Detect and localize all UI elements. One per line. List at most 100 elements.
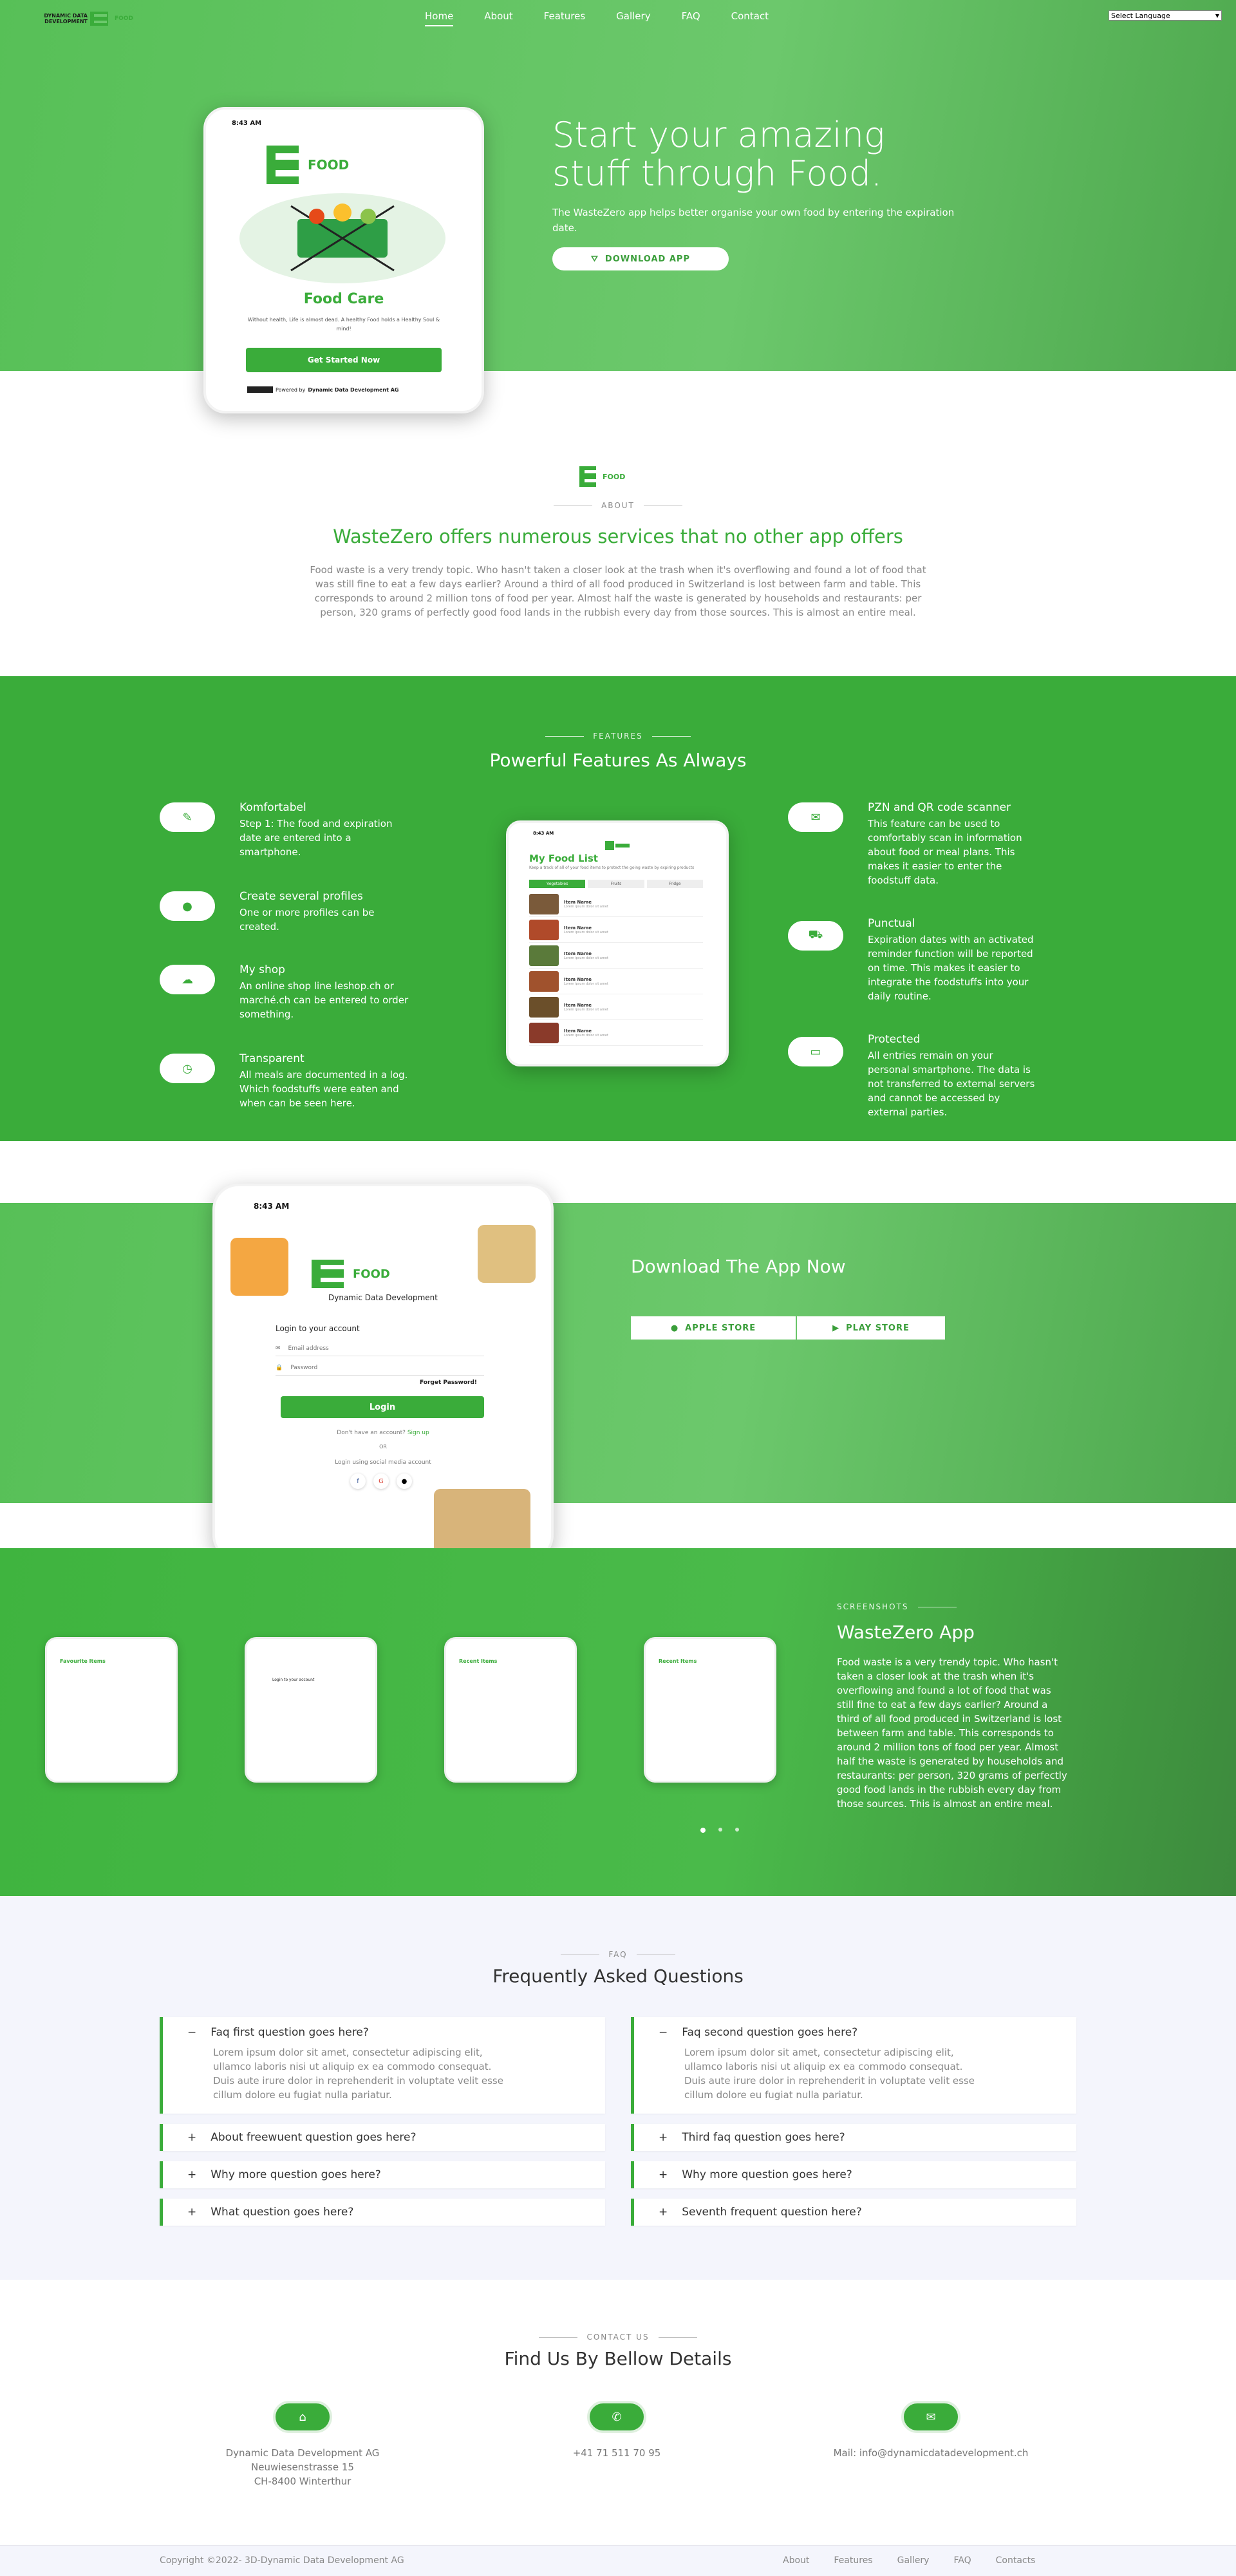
feature-title: Protected [868, 1033, 921, 1046]
faq-answer-line: cillum dolore eu fugiat nulla pariatur. [684, 2089, 863, 2101]
social-login-text: Login using social media account [335, 1459, 431, 1466]
tab-fruits[interactable]: Fruits [588, 880, 644, 888]
tab-fridge[interactable]: Fridge [646, 880, 703, 888]
feature-line: and cannot be accessed by [868, 1092, 1000, 1104]
faq-item[interactable]: + About freewuent question goes here? [160, 2124, 605, 2151]
food-care-tagline: Without health, Life is almost dead. A h… [247, 317, 440, 332]
faq-item-open[interactable]: − Faq second question goes here? Lorem ip… [631, 2017, 1076, 2114]
faq-item-open[interactable]: − Faq first question goes here? Lorem ips… [160, 2017, 605, 2114]
faq-item[interactable]: + Why more question goes here? [631, 2161, 1076, 2188]
food-logo: FOOD [267, 146, 349, 184]
screenshot-phone[interactable]: Favourite Items [45, 1637, 178, 1783]
footer-link-about[interactable]: About [783, 2555, 809, 2566]
signup-link[interactable]: Sign up [407, 1430, 429, 1436]
nav-gallery[interactable]: Gallery [616, 10, 650, 26]
forgot-password-link[interactable]: Forget Password! [420, 1379, 477, 1386]
tab-vegetables[interactable]: Vegetables [529, 880, 586, 888]
faq-item[interactable]: + What question goes here? [160, 2199, 605, 2226]
facebook-icon[interactable]: f [350, 1473, 366, 1489]
item-name: Item Name [564, 976, 592, 982]
download-app-button[interactable]: ⛛ DOWNLOAD APP [552, 247, 729, 270]
google-icon[interactable]: G [373, 1473, 389, 1489]
android-icon: ⛛ [590, 254, 599, 264]
hero-phone-mockup: 8:43 AM FOOD Food Care Without health, L… [203, 107, 484, 413]
screenshots-line: between farm and table. This corresponds… [837, 1727, 1054, 1739]
footer-link-faq[interactable]: FAQ [953, 2555, 971, 2566]
feature-line: smartphone. [239, 846, 301, 858]
screenshots-title: WasteZero App [837, 1622, 975, 1643]
phone-status-time: 8:43 AM [533, 831, 554, 836]
powered-label: Powered by [276, 386, 306, 393]
feature-title: Komfortabel [239, 801, 306, 814]
utensils-icon: ✎ [160, 802, 215, 832]
contact-title: Find Us By Bellow Details [504, 2348, 732, 2369]
logo-word: FOOD [308, 157, 350, 173]
faq-answer-line: ullamco laboris nisi ut aliquip ex ea co… [684, 2061, 963, 2072]
carousel-dot[interactable] [735, 1828, 739, 1832]
logo-mark-icon [90, 12, 108, 26]
item-detail: Lorem ipsum dolor sit amet [564, 1007, 608, 1012]
divider [651, 736, 691, 737]
about-logo: FOOD [579, 466, 625, 487]
screenshot-phone[interactable]: Recent Items [444, 1637, 577, 1783]
nav-home[interactable]: Home [425, 10, 454, 26]
feature-title: Punctual [868, 917, 915, 930]
feature-line: foodstuff data. [868, 875, 939, 886]
screenshot-phone[interactable]: Login to your account [245, 1637, 377, 1783]
footer-link-gallery[interactable]: Gallery [897, 2555, 930, 2566]
logo-mark-icon [267, 146, 299, 184]
nav-about[interactable]: About [484, 10, 512, 26]
minus-icon: − [187, 2026, 197, 2039]
screenshot-phone[interactable]: Recent Items [644, 1637, 776, 1783]
faq-question[interactable]: − Faq first question goes here? [163, 2020, 605, 2045]
carousel-dot[interactable] [700, 1828, 706, 1833]
faq-item[interactable]: + Seventh frequent question here? [631, 2199, 1076, 2226]
feature-line: about food or meal plans. This [868, 846, 1015, 858]
screenshots-line: good food lands in the rubbish every day… [837, 1784, 1062, 1795]
food-care-heading: Food Care [303, 291, 384, 307]
contact-mail[interactable]: Mail: info@dynamicdatadevelopment.ch [802, 2446, 1060, 2460]
feature-line: One or more profiles can be [239, 907, 375, 918]
apple-store-button[interactable]: ● APPLE STORE [631, 1316, 796, 1340]
feature-line: created. [239, 921, 279, 933]
carousel-dot[interactable] [718, 1828, 722, 1832]
contact-phone[interactable]: +41 71 511 70 95 [488, 2446, 745, 2460]
features-label: FEATURES [0, 732, 1236, 741]
get-started-button[interactable]: Get Started Now [246, 348, 442, 372]
faq-answer-line: cillum dolore eu fugiat nulla pariatur. [213, 2089, 392, 2101]
list-item[interactable]: Item Name Lorem ipsum dolor sit amet [529, 917, 703, 943]
site-logo[interactable]: DYNAMIC DATA DEVELOPMENT FOOD [32, 10, 142, 27]
nav-faq[interactable]: FAQ [682, 10, 700, 26]
list-item[interactable]: Item Name Lorem ipsum dolor sit amet [529, 891, 703, 917]
footer-link-features[interactable]: Features [834, 2555, 872, 2566]
list-item[interactable]: Item Name Lorem ipsum dolor sit amet [529, 943, 703, 969]
list-item[interactable]: Item Name Lorem ipsum dolor sit amet [529, 1020, 703, 1046]
list-item[interactable]: Item Name Lorem ipsum dolor sit amet [529, 969, 703, 994]
list-item[interactable]: Item Name Lorem ipsum dolor sit amet [529, 994, 703, 1020]
plus-icon: + [659, 2131, 668, 2144]
divider [658, 2337, 697, 2338]
about-line: person, 320 grams of perfectly good food… [320, 607, 916, 618]
item-name: Item Name [564, 899, 592, 905]
nav-features[interactable]: Features [544, 10, 586, 26]
play-store-button[interactable]: ▶ PLAY STORE [797, 1316, 945, 1340]
language-select[interactable]: Select Language ▼ [1109, 10, 1222, 21]
plus-icon: + [659, 2168, 668, 2181]
apple-icon[interactable]: ● [397, 1473, 412, 1489]
feature-line: This feature can be used to [868, 818, 1000, 829]
faq-item[interactable]: + Why more question goes here? [160, 2161, 605, 2188]
email-field[interactable]: ✉ Email address [276, 1341, 484, 1356]
apple-icon: ● [670, 1323, 679, 1333]
chevron-down-icon: ▼ [1215, 12, 1219, 19]
nav-contact[interactable]: Contact [731, 10, 769, 26]
footer-link-contacts[interactable]: Contacts [996, 2555, 1036, 2566]
feature-title: My shop [239, 963, 285, 976]
about-line: corresponds to around 2 million tons of … [314, 592, 922, 604]
password-field[interactable]: 🔒 Password [276, 1360, 484, 1376]
powered-by: Powered by Dynamic Data Development AG [247, 386, 398, 393]
logo-mark-icon [247, 386, 273, 393]
login-button[interactable]: Login [281, 1396, 484, 1418]
faq-question[interactable]: − Faq second question goes here? [634, 2020, 1076, 2045]
faq-item[interactable]: + Third faq question goes here? [631, 2124, 1076, 2151]
feature-desc: All entries remain on your personal smart… [868, 1048, 1093, 1119]
